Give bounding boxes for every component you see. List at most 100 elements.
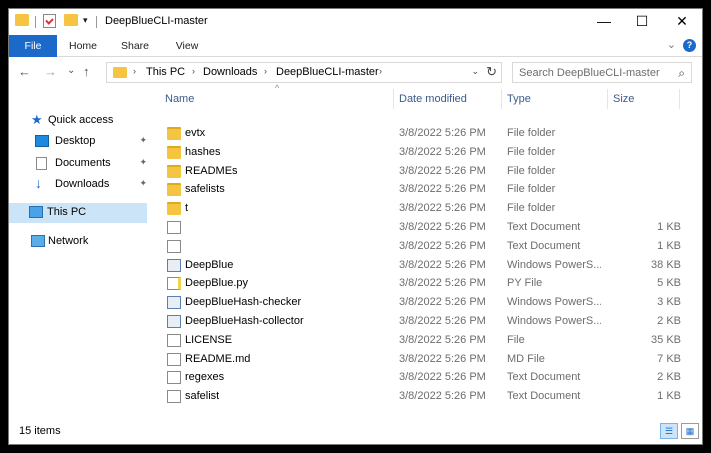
file-type: File folder (507, 202, 556, 215)
sidebar-item-downloads[interactable]: ↓ Downloads ✦ (13, 175, 151, 195)
file-date-modified: 3/8/2022 5:26 PM (399, 127, 486, 139)
customize-toolbar-icon[interactable]: ▾ (83, 15, 88, 26)
sidebar-item-label: Desktop (55, 135, 96, 147)
up-icon[interactable]: ↑ (83, 64, 90, 79)
powershell-script-icon (167, 315, 181, 328)
file-type: Text Document (507, 239, 581, 252)
recent-locations-icon[interactable]: ⌄ (67, 65, 75, 76)
file-row[interactable]: README.md 3/8/2022 5:26 PM MD File 7 KB (159, 350, 699, 369)
sidebar-item-network[interactable]: Network (13, 232, 151, 252)
file-row[interactable]: READMEs 3/8/2022 5:26 PM File folder (159, 162, 699, 181)
file-name: DeepBlue (185, 258, 234, 271)
properties-icon[interactable] (43, 14, 56, 28)
back-icon[interactable]: ← (18, 64, 31, 79)
column-type[interactable]: Type (507, 93, 531, 105)
file-row[interactable]: t 3/8/2022 5:26 PM File folder (159, 199, 699, 218)
file-row[interactable]: safelists 3/8/2022 5:26 PM File folder (159, 180, 699, 199)
text-document-icon (167, 352, 181, 366)
search-input[interactable]: Search DeepBlueCLI-master ⌕ (512, 62, 692, 83)
file-date-modified: 3/8/2022 5:26 PM (399, 258, 486, 271)
file-row[interactable]: DeepBlueHash-collector 3/8/2022 5:26 PM Wi… (159, 312, 699, 331)
column-header-row: ^ Name Date modified Type Size (159, 83, 699, 109)
window-title: DeepBlueCLI-master (105, 15, 208, 27)
column-name[interactable]: Name (165, 93, 194, 105)
file-date-modified: 3/8/2022 5:26 PM (399, 296, 486, 309)
breadcrumb-separator[interactable]: › (192, 66, 195, 76)
breadcrumb-this-pc[interactable]: This PC (146, 66, 185, 78)
file-row[interactable]: LICENSE 3/8/2022 5:26 PM File 35 KB (159, 331, 699, 350)
file-row[interactable]: hashes 3/8/2022 5:26 PM File folder (159, 143, 699, 162)
breadcrumb-separator[interactable]: › (264, 66, 267, 76)
text-document-icon (167, 239, 181, 253)
help-icon[interactable]: ? (683, 39, 696, 52)
folder-icon (167, 145, 181, 159)
pin-icon[interactable]: ✦ (139, 157, 147, 168)
column-size[interactable]: Size (613, 93, 634, 105)
address-dropdown-icon[interactable]: ⌄ (471, 66, 479, 77)
tab-view[interactable]: View (167, 35, 207, 57)
column-date-modified[interactable]: Date modified (399, 93, 467, 105)
breadcrumb-separator[interactable]: › (133, 66, 136, 76)
tab-home[interactable]: Home (63, 35, 103, 57)
file-date-modified: 3/8/2022 5:26 PM (399, 202, 486, 215)
file-date-modified: 3/8/2022 5:26 PM (399, 315, 486, 327)
sidebar-item-label: Downloads (55, 178, 110, 190)
file-name: safelist (185, 390, 220, 403)
file-date-modified: 3/8/2022 5:26 PM (399, 164, 486, 177)
sidebar-item-this-pc[interactable]: This PC (9, 203, 147, 223)
file-row[interactable]: DeepBlueHash-checker 3/8/2022 5:26 PM Wind… (159, 293, 699, 312)
file-row[interactable]: safelist 3/8/2022 5:26 PM Text Document 1 K… (159, 387, 699, 406)
breadcrumb-downloads[interactable]: Downloads (203, 66, 257, 78)
file-name: regexes (185, 371, 225, 384)
expand-ribbon-icon[interactable]: ⌄ (667, 38, 676, 51)
sidebar-item-desktop[interactable]: Desktop ✦ (13, 132, 151, 152)
file-name: t (185, 202, 189, 215)
sidebar-item-documents[interactable]: Documents ✦ (13, 154, 151, 174)
close-button[interactable]: ✕ (659, 9, 705, 33)
file-row[interactable]: 3/8/2022 5:26 PM Text Document 1 KB (159, 237, 699, 256)
file-type: File folder (507, 164, 556, 177)
large-icons-view-button[interactable]: ▦ (681, 423, 699, 439)
file-type: Windows PowerS... (507, 258, 601, 271)
file-type: Text Document (507, 221, 581, 233)
search-icon[interactable]: ⌕ (678, 66, 685, 81)
file-size: 3 KB (657, 296, 681, 309)
file-row[interactable]: regexes 3/8/2022 5:26 PM Text Document 2 KB (159, 368, 699, 387)
folder-icon[interactable] (15, 14, 29, 26)
file-row[interactable]: evtx 3/8/2022 5:26 PM File folder (159, 124, 699, 143)
file-row[interactable]: DeepBlue.py 3/8/2022 5:26 PM PY File 5 KB (159, 274, 699, 293)
file-type: Windows PowerS... (507, 296, 601, 309)
sidebar-item-label: This PC (47, 206, 87, 218)
file-date-modified: 3/8/2022 5:26 PM (399, 145, 486, 158)
file-size: 1 KB (657, 221, 681, 233)
title-bar: ▾ DeepBlueCLI-master — ☐ ✕ (9, 9, 702, 35)
address-bar[interactable]: › This PC › Downloads › DeepBlueCLI-mast… (106, 62, 502, 83)
text-document-icon (167, 371, 181, 385)
file-row[interactable]: DeepBlue 3/8/2022 5:26 PM Windows PowerS..… (159, 256, 699, 275)
file-type: File folder (507, 127, 556, 139)
breadcrumb-separator[interactable]: › (379, 66, 382, 76)
column-divider[interactable] (607, 89, 608, 109)
navigation-pane: ★ Quick access Desktop ✦ Documents ✦ ↓ D… (9, 89, 155, 419)
refresh-icon[interactable]: ↻ (486, 64, 497, 80)
pin-icon[interactable]: ✦ (139, 135, 147, 146)
pin-icon[interactable]: ✦ (139, 178, 147, 189)
tab-file[interactable]: File (9, 35, 57, 57)
column-divider[interactable] (679, 89, 680, 109)
column-divider[interactable] (393, 89, 394, 109)
this-pc-icon (29, 206, 43, 218)
file-type: File folder (507, 145, 556, 158)
details-view-button[interactable]: ☰ (660, 423, 678, 439)
text-document-icon (167, 221, 181, 234)
file-row[interactable]: 3/8/2022 5:26 PM Text Document 1 KB (159, 218, 699, 237)
file-date-modified: 3/8/2022 5:26 PM (399, 277, 486, 290)
search-placeholder: Search DeepBlueCLI-master (519, 67, 660, 79)
forward-icon[interactable]: → (44, 64, 57, 79)
breadcrumb-deepbluecli[interactable]: DeepBlueCLI-master (276, 66, 379, 78)
column-divider[interactable] (501, 89, 502, 109)
powershell-script-icon (167, 296, 181, 310)
sidebar-item-quick-access[interactable]: ★ Quick access (13, 111, 151, 131)
tab-share[interactable]: Share (115, 35, 155, 57)
new-folder-icon[interactable] (64, 14, 78, 26)
network-icon (31, 235, 45, 247)
